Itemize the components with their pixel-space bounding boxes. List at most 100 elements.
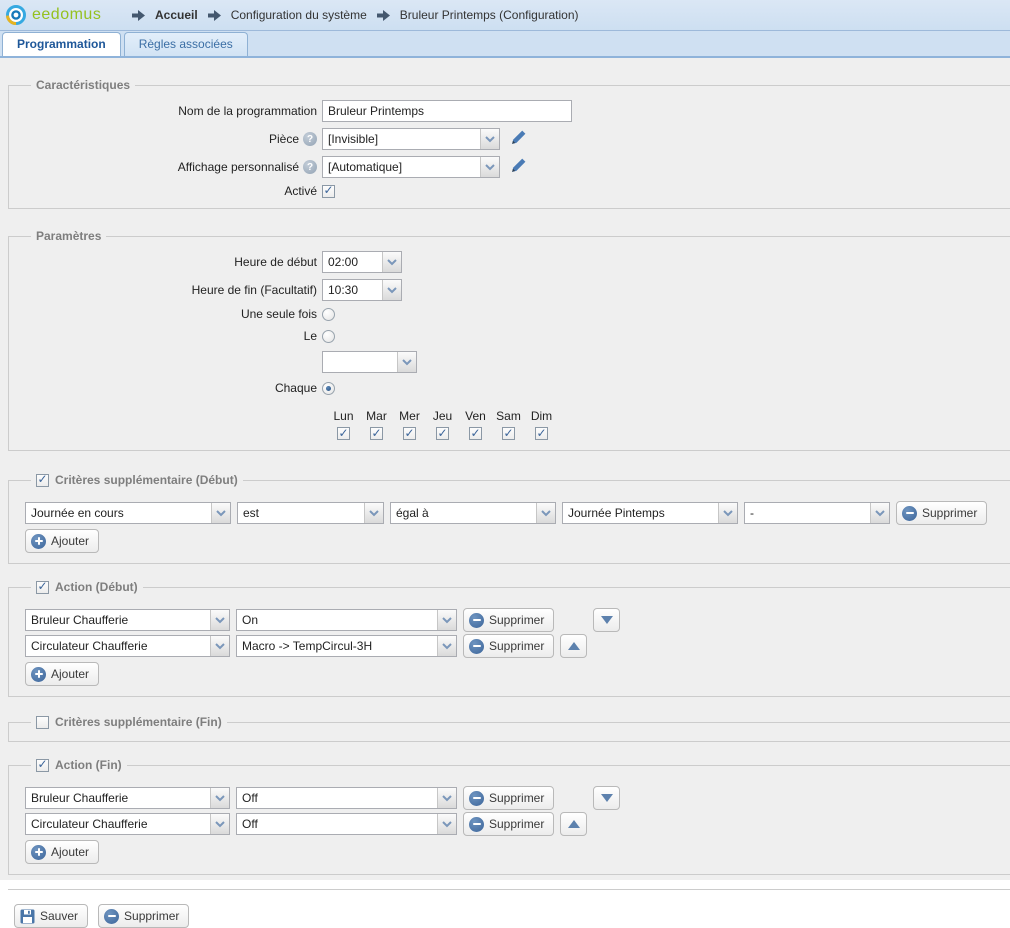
each-label: Chaque: [25, 381, 317, 395]
weekday-label: Mer: [399, 409, 420, 423]
weekday-checkbox[interactable]: [337, 427, 350, 440]
criteria-extra-select[interactable]: -: [744, 502, 890, 524]
remove-action-button[interactable]: Supprimer: [463, 634, 554, 658]
remove-action-label: Supprimer: [489, 613, 544, 627]
remove-criteria-label: Supprimer: [922, 506, 977, 520]
action-device-select[interactable]: Bruleur Chaufferie: [25, 609, 230, 631]
weekday-checkbox[interactable]: [469, 427, 482, 440]
chevron-down-icon: [397, 352, 416, 372]
action-value-select[interactable]: Macro -> TempCircul-3H: [236, 635, 457, 657]
remove-action-button[interactable]: Supprimer: [463, 812, 554, 836]
room-label-text: Pièce: [269, 132, 299, 146]
date-radio[interactable]: [322, 330, 335, 343]
edit-display-pencil-icon[interactable]: [510, 157, 527, 177]
display-select[interactable]: [Automatique]: [322, 156, 500, 178]
criteria-comparator-value: égal à: [391, 503, 536, 523]
chevron-down-icon: [437, 788, 456, 808]
breadcrumb-config[interactable]: Configuration du système: [231, 8, 367, 22]
action-value-value: Off: [237, 814, 437, 834]
edit-room-pencil-icon[interactable]: [510, 129, 527, 149]
weekday-checkbox[interactable]: [502, 427, 515, 440]
action-device-value: Circulateur Chaufferie: [26, 636, 210, 656]
action-fin-checkbox[interactable]: [36, 759, 49, 772]
date-select[interactable]: [322, 351, 417, 373]
minus-circle-icon: [469, 817, 484, 832]
remove-action-button[interactable]: Supprimer: [463, 608, 554, 632]
remove-action-label: Supprimer: [489, 817, 544, 831]
start-time-value: 02:00: [323, 252, 382, 272]
chevron-down-icon: [480, 157, 499, 177]
section-parametres-legend: Paramètres: [31, 229, 106, 243]
save-floppy-icon: [20, 909, 35, 924]
add-action-button[interactable]: Ajouter: [25, 662, 99, 686]
criteria-device-select[interactable]: Journée en cours: [25, 502, 231, 524]
move-up-button[interactable]: [560, 812, 587, 836]
save-button[interactable]: Sauver: [14, 904, 88, 928]
weekday-mon: Lun: [327, 409, 360, 440]
eedomus-logo-icon: [5, 4, 27, 26]
action-value-select[interactable]: On: [236, 609, 457, 631]
criteria-operator-value: est: [238, 503, 364, 523]
each-radio[interactable]: [322, 382, 335, 395]
move-up-button[interactable]: [560, 634, 587, 658]
remove-action-button[interactable]: Supprimer: [463, 786, 554, 810]
tab-regles-associees[interactable]: Règles associées: [124, 32, 248, 56]
add-criteria-button[interactable]: Ajouter: [25, 529, 99, 553]
help-icon[interactable]: ?: [303, 160, 317, 174]
weekday-checkbox[interactable]: [436, 427, 449, 440]
arrow-down-icon: [601, 616, 613, 624]
chevron-down-icon: [210, 814, 229, 834]
top-header: eedomus Accueil Configuration du système…: [0, 0, 1010, 31]
enabled-checkbox[interactable]: [322, 185, 335, 198]
weekday-checkbox[interactable]: [535, 427, 548, 440]
end-time-select[interactable]: 10:30: [322, 279, 402, 301]
criteria-comparator-select[interactable]: égal à: [390, 502, 556, 524]
start-time-select[interactable]: 02:00: [322, 251, 402, 273]
action-device-value: Bruleur Chaufferie: [26, 610, 210, 630]
chevron-down-icon: [718, 503, 737, 523]
action-value-select[interactable]: Off: [236, 813, 457, 835]
arrow-up-icon: [568, 642, 580, 650]
display-label-text: Affichage personnalisé: [178, 160, 299, 174]
chevron-down-icon: [437, 610, 456, 630]
move-down-button[interactable]: [593, 608, 620, 632]
section-action-debut-title: Action (Début): [55, 580, 138, 594]
action-device-select[interactable]: Bruleur Chaufferie: [25, 787, 230, 809]
date-label: Le: [25, 329, 317, 343]
room-select[interactable]: [Invisible]: [322, 128, 500, 150]
action-device-select[interactable]: Circulateur Chaufferie: [25, 813, 230, 835]
breadcrumb-home[interactable]: Accueil: [155, 8, 198, 22]
weekday-checkbox[interactable]: [370, 427, 383, 440]
breadcrumb-arrow-icon: [208, 10, 221, 21]
section-parametres-title: Paramètres: [36, 229, 101, 243]
action-value-select[interactable]: Off: [236, 787, 457, 809]
criteria-value-select[interactable]: Journée Pintemps: [562, 502, 738, 524]
section-criteres-fin-title: Critères supplémentaire (Fin): [55, 715, 222, 729]
delete-button[interactable]: Supprimer: [98, 904, 189, 928]
programmation-name-input[interactable]: [322, 100, 572, 122]
delete-button-label: Supprimer: [124, 909, 179, 923]
tab-programmation[interactable]: Programmation: [2, 32, 121, 56]
action-debut-checkbox[interactable]: [36, 581, 49, 594]
breadcrumb-current[interactable]: Bruleur Printemps (Configuration): [400, 8, 579, 22]
eedomus-logo[interactable]: eedomus: [5, 4, 130, 26]
main-content: Caractéristiques Nom de la programmation…: [0, 58, 1010, 880]
logo-wordmark: eedomus: [32, 6, 101, 24]
remove-criteria-button[interactable]: Supprimer: [896, 501, 987, 525]
chevron-down-icon: [437, 636, 456, 656]
add-action-label: Ajouter: [51, 845, 89, 859]
chevron-down-icon: [210, 636, 229, 656]
weekday-checkbox[interactable]: [403, 427, 416, 440]
remove-action-label: Supprimer: [489, 639, 544, 653]
action-device-select[interactable]: Circulateur Chaufferie: [25, 635, 230, 657]
once-radio[interactable]: [322, 308, 335, 321]
criteres-fin-checkbox[interactable]: [36, 716, 49, 729]
add-action-button[interactable]: Ajouter: [25, 840, 99, 864]
move-down-button[interactable]: [593, 786, 620, 810]
help-icon[interactable]: ?: [303, 132, 317, 146]
criteria-operator-select[interactable]: est: [237, 502, 384, 524]
enabled-label: Activé: [25, 184, 317, 198]
room-select-value: [Invisible]: [323, 129, 480, 149]
criteres-debut-checkbox[interactable]: [36, 474, 49, 487]
breadcrumb-arrow-icon: [377, 10, 390, 21]
